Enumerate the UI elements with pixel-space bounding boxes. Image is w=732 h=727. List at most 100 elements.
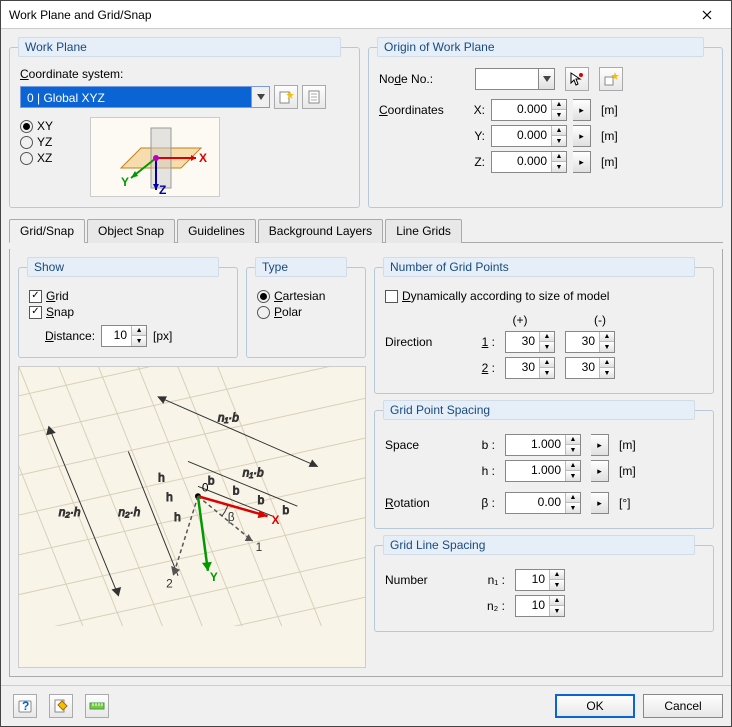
chevron-down-icon	[251, 87, 269, 107]
right-column: Number of Grid Points Dynamically accord…	[374, 257, 714, 668]
spin-up-icon[interactable]: ▲	[600, 332, 614, 342]
radio-icon	[20, 152, 33, 165]
d1-minus-spinner[interactable]: 30▲▼	[565, 331, 615, 353]
spin-up-icon[interactable]: ▲	[600, 358, 614, 368]
tab-gridsnap[interactable]: Grid/Snap	[9, 219, 85, 243]
radio-icon	[20, 136, 33, 149]
beta-spinner[interactable]: 0.00▲▼	[505, 492, 581, 514]
spin-down-icon[interactable]: ▼	[566, 445, 580, 455]
svg-text:h: h	[158, 470, 165, 484]
pick-node-button[interactable]	[565, 67, 589, 91]
gridpoints-group: Number of Grid Points Dynamically accord…	[374, 257, 714, 394]
plane-xy-radio[interactable]: XY	[20, 119, 80, 133]
n2-label: n₂ :	[475, 599, 505, 613]
svg-text:X: X	[199, 151, 207, 165]
n1-value: 10	[516, 570, 550, 590]
d1-minus-value: 30	[566, 332, 600, 352]
y-spinner[interactable]: 0.000▲▼	[491, 125, 567, 147]
b-extra-button[interactable]: ▸	[591, 434, 609, 456]
spin-up-icon[interactable]: ▲	[552, 100, 566, 110]
cartesian-radio[interactable]: Cartesian	[257, 289, 355, 303]
spin-up-icon[interactable]: ▲	[566, 435, 580, 445]
spin-down-icon[interactable]: ▼	[566, 503, 580, 513]
x-spinner[interactable]: 0.000▲▼	[491, 99, 567, 121]
coord-system-label: Coordinate system:	[20, 67, 349, 81]
spin-down-icon[interactable]: ▼	[550, 606, 564, 616]
spin-up-icon[interactable]: ▲	[550, 570, 564, 580]
grid-label: Grid	[46, 289, 69, 303]
h-value: 1.000	[506, 461, 566, 481]
close-button[interactable]	[685, 2, 729, 28]
help-button[interactable]: ?	[13, 694, 37, 718]
x-extra-button[interactable]: ▸	[573, 99, 591, 121]
tab-guidelines[interactable]: Guidelines	[177, 219, 256, 243]
y-extra-button[interactable]: ▸	[573, 125, 591, 147]
dialog-window: Work Plane and Grid/Snap Work Plane Coor…	[0, 0, 732, 727]
spin-up-icon[interactable]: ▲	[552, 152, 566, 162]
spin-down-icon[interactable]: ▼	[540, 342, 554, 352]
d1-plus-value: 30	[506, 332, 540, 352]
edit-button[interactable]	[49, 694, 73, 718]
new-node-button[interactable]	[599, 67, 623, 91]
spin-down-icon[interactable]: ▼	[132, 336, 146, 346]
spin-down-icon[interactable]: ▼	[552, 136, 566, 146]
linespacing-legend: Grid Line Spacing	[383, 535, 695, 555]
help-book-icon: ?	[17, 698, 33, 714]
type-group: Type Cartesian Polar	[246, 257, 366, 358]
h-extra-button[interactable]: ▸	[591, 460, 609, 482]
plane-xz-label: XZ	[37, 151, 52, 165]
node-combo[interactable]	[475, 68, 555, 90]
n2-spinner[interactable]: 10▲▼	[515, 595, 565, 617]
svg-text:Y: Y	[210, 570, 218, 584]
edit-cs-button[interactable]	[302, 85, 326, 109]
spin-up-icon[interactable]: ▲	[540, 332, 554, 342]
spin-down-icon[interactable]: ▼	[552, 110, 566, 120]
coord-system-value: 0 | Global XYZ	[21, 87, 251, 107]
plane-xz-radio[interactable]: XZ	[20, 151, 80, 165]
spin-up-icon[interactable]: ▲	[566, 493, 580, 503]
spin-up-icon[interactable]: ▲	[566, 461, 580, 471]
n1-spinner[interactable]: 10▲▼	[515, 569, 565, 591]
tab-background[interactable]: Background Layers	[258, 219, 383, 243]
spin-down-icon[interactable]: ▼	[550, 580, 564, 590]
d1-plus-spinner[interactable]: 30▲▼	[505, 331, 555, 353]
spin-down-icon[interactable]: ▼	[540, 368, 554, 378]
b-spinner[interactable]: 1.000▲▼	[505, 434, 581, 456]
new-node-star-icon	[603, 71, 619, 87]
distance-spinner[interactable]: 10▲▼	[101, 325, 147, 347]
spin-down-icon[interactable]: ▼	[552, 162, 566, 172]
d2-label: 2 :	[475, 361, 495, 375]
number-label: Number	[385, 573, 465, 587]
spin-up-icon[interactable]: ▲	[550, 596, 564, 606]
type-legend: Type	[255, 257, 347, 277]
defaults-button[interactable]	[85, 694, 109, 718]
tab-objectsnap[interactable]: Object Snap	[87, 219, 175, 243]
new-cs-button[interactable]	[274, 85, 298, 109]
d2-minus-spinner[interactable]: 30▲▼	[565, 357, 615, 379]
spin-up-icon[interactable]: ▲	[552, 126, 566, 136]
b-label: b :	[475, 438, 495, 452]
spin-down-icon[interactable]: ▼	[600, 342, 614, 352]
titlebar: Work Plane and Grid/Snap	[1, 1, 731, 29]
spin-down-icon[interactable]: ▼	[566, 471, 580, 481]
svg-text:Y: Y	[121, 175, 129, 189]
z-extra-button[interactable]: ▸	[573, 151, 591, 173]
tab-linegrids[interactable]: Line Grids	[385, 219, 462, 243]
b-value: 1.000	[506, 435, 566, 455]
x-label: X:	[465, 103, 485, 117]
dynamic-checkbox[interactable]: Dynamically according to size of model	[385, 289, 703, 303]
grid-checkbox[interactable]: Grid	[29, 289, 227, 303]
spin-up-icon[interactable]: ▲	[132, 326, 146, 336]
h-spinner[interactable]: 1.000▲▼	[505, 460, 581, 482]
spin-up-icon[interactable]: ▲	[540, 358, 554, 368]
z-spinner[interactable]: 0.000▲▼	[491, 151, 567, 173]
coord-system-combo[interactable]: 0 | Global XYZ	[20, 86, 270, 108]
beta-extra-button[interactable]: ▸	[591, 492, 609, 514]
cancel-button[interactable]: Cancel	[643, 694, 723, 718]
snap-checkbox[interactable]: Snap	[29, 305, 227, 319]
plane-yz-radio[interactable]: YZ	[20, 135, 80, 149]
ok-button[interactable]: OK	[555, 694, 635, 718]
d2-plus-spinner[interactable]: 30▲▼	[505, 357, 555, 379]
spin-down-icon[interactable]: ▼	[600, 368, 614, 378]
polar-radio[interactable]: Polar	[257, 305, 355, 319]
